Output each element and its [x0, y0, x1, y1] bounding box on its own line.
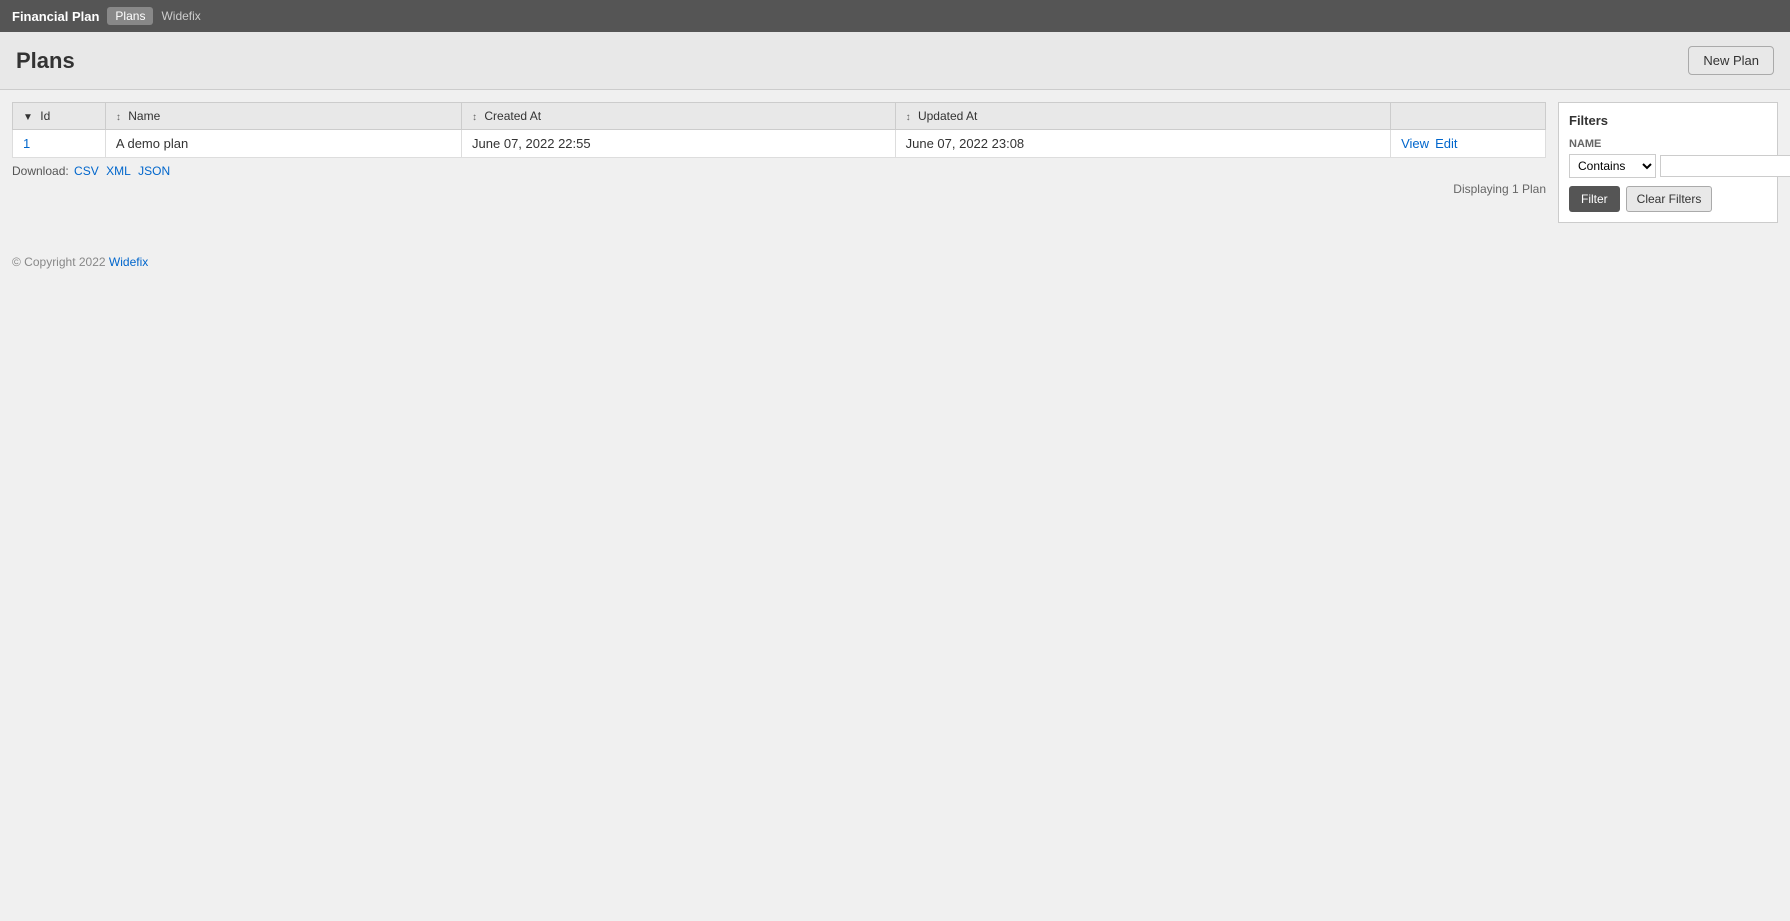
plans-table: ▼ Id ↕ Name ↕ Created At ↕ Updated At	[12, 102, 1546, 158]
cell-created-at: June 07, 2022 22:55	[462, 130, 896, 158]
new-plan-button[interactable]: New Plan	[1688, 46, 1774, 75]
page-title: Plans	[16, 48, 75, 74]
table-section: ▼ Id ↕ Name ↕ Created At ↕ Updated At	[12, 102, 1546, 223]
download-row: Download: CSV XML JSON	[12, 164, 1546, 178]
download-json[interactable]: JSON	[138, 164, 170, 178]
filter-name-row: Contains Equals Starts with Ends with	[1569, 154, 1767, 178]
download-csv[interactable]: CSV	[74, 164, 99, 178]
page-footer: © Copyright 2022 Widefix	[0, 235, 1790, 289]
sort-icon-name: ↕	[116, 112, 121, 123]
col-header-id[interactable]: ▼ Id	[13, 103, 106, 130]
sort-icon-updated: ↕	[906, 112, 911, 123]
cell-updated-at: June 07, 2022 23:08	[895, 130, 1391, 158]
edit-link[interactable]: Edit	[1435, 136, 1457, 151]
filter-buttons: Filter Clear Filters	[1569, 186, 1767, 212]
topbar: Financial Plan Plans Widefix	[0, 0, 1790, 32]
sort-icon-created: ↕	[472, 112, 477, 123]
widefix-link[interactable]: Widefix	[161, 9, 200, 23]
col-name-label: Name	[128, 109, 160, 123]
table-row: 1 A demo planJune 07, 2022 22:55June 07, …	[13, 130, 1546, 158]
view-link[interactable]: View	[1401, 136, 1429, 151]
displaying-count: Displaying 1 Plan	[12, 182, 1546, 196]
filter-name-input[interactable]	[1660, 155, 1790, 177]
filter-button[interactable]: Filter	[1569, 186, 1620, 212]
col-header-created-at[interactable]: ↕ Created At	[462, 103, 896, 130]
cell-name: A demo plan	[105, 130, 461, 158]
plans-badge[interactable]: Plans	[107, 7, 153, 25]
download-xml[interactable]: XML	[106, 164, 131, 178]
row-id-link[interactable]: 1	[23, 136, 30, 151]
filters-title: Filters	[1569, 113, 1767, 128]
expand-icon: ▼	[23, 112, 33, 123]
widefix-footer-link[interactable]: Widefix	[109, 255, 148, 269]
filter-contains-select[interactable]: Contains Equals Starts with Ends with	[1569, 154, 1656, 178]
app-title: Financial Plan	[12, 9, 99, 24]
col-created-label: Created At	[484, 109, 541, 123]
page-header: Plans New Plan	[0, 32, 1790, 90]
download-label: Download:	[12, 164, 69, 178]
displaying-text: Displaying 1 Plan	[1453, 182, 1546, 196]
col-updated-label: Updated At	[918, 109, 977, 123]
copyright-text: © Copyright 2022	[12, 255, 106, 269]
table-header-row: ▼ Id ↕ Name ↕ Created At ↕ Updated At	[13, 103, 1546, 130]
action-links: View Edit	[1401, 136, 1535, 151]
col-id-label: Id	[40, 109, 50, 123]
filters-panel: Filters NAME Contains Equals Starts with…	[1558, 102, 1778, 223]
cell-id: 1	[13, 130, 106, 158]
cell-actions: View Edit	[1391, 130, 1546, 158]
main-content: ▼ Id ↕ Name ↕ Created At ↕ Updated At	[0, 90, 1790, 235]
clear-filters-button[interactable]: Clear Filters	[1626, 186, 1713, 212]
filter-name-label: NAME	[1569, 138, 1767, 150]
col-header-actions	[1391, 103, 1546, 130]
col-header-name[interactable]: ↕ Name	[105, 103, 461, 130]
col-header-updated-at[interactable]: ↕ Updated At	[895, 103, 1391, 130]
